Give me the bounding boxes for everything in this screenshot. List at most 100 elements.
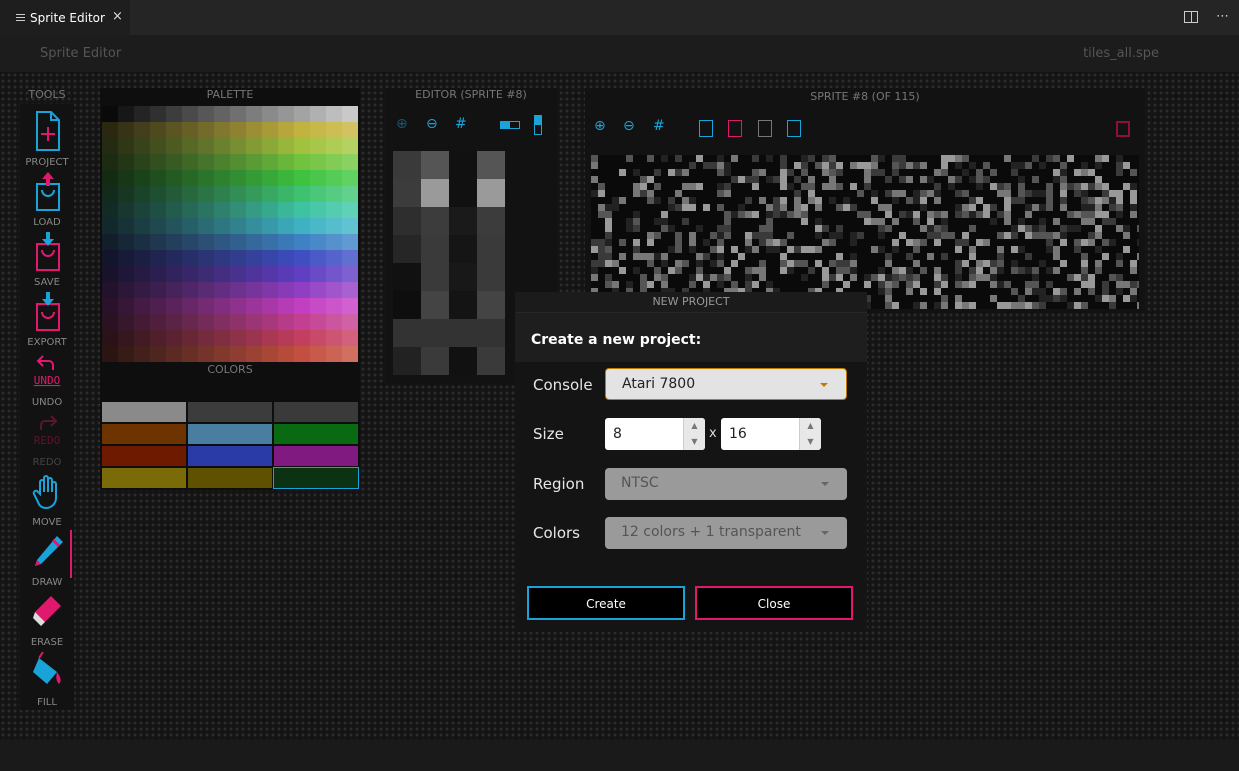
sheet-pixel <box>1011 190 1018 197</box>
color-slot[interactable] <box>102 446 186 466</box>
add-sprite-icon[interactable] <box>699 120 713 137</box>
palette-cell <box>118 314 134 330</box>
sheet-pixel <box>801 155 808 162</box>
color-slot[interactable] <box>188 424 272 444</box>
stepper-down-icon[interactable]: ▼ <box>684 434 705 450</box>
create-button[interactable]: Create <box>527 586 685 620</box>
sheet-pixel <box>969 281 976 288</box>
vertical-mode-icon[interactable] <box>534 115 542 135</box>
sheet-pixel <box>920 176 927 183</box>
sheet-pixel <box>717 169 724 176</box>
color-slot[interactable] <box>274 446 358 466</box>
sheet-pixel <box>1081 162 1088 169</box>
region-select[interactable]: NTSC <box>605 468 847 500</box>
height-input[interactable]: 16 ▲ ▼ <box>721 418 821 450</box>
zoom-out-icon[interactable]: ⊖ <box>426 116 438 132</box>
tool-redo[interactable]: REDO REDO <box>20 410 74 470</box>
stepper-up-icon[interactable]: ▲ <box>800 418 821 434</box>
palette-cell <box>182 346 198 362</box>
palette-grid[interactable] <box>102 106 358 362</box>
tool-load[interactable]: LOAD <box>20 170 74 230</box>
tool-erase[interactable]: ERASE <box>20 590 74 650</box>
sheet-pixel <box>1060 190 1067 197</box>
palette-cell <box>182 218 198 234</box>
sheet-pixel <box>661 218 668 225</box>
copy-sprite-icon[interactable] <box>728 120 742 137</box>
split-editor-icon[interactable] <box>1184 11 1198 23</box>
close-button[interactable]: Close <box>695 586 853 620</box>
sheet-pixel <box>752 232 759 239</box>
stepper-up-icon[interactable]: ▲ <box>684 418 705 434</box>
tool-undo[interactable]: UNDO UNDO <box>20 350 74 410</box>
duplicate-sprite-icon[interactable] <box>787 120 801 137</box>
sheet-pixel <box>1109 190 1116 197</box>
sheet-pixel <box>906 274 913 281</box>
sheet-pixel <box>787 232 794 239</box>
sheet-pixel <box>885 260 892 267</box>
colors-select[interactable]: 12 colors + 1 transparent <box>605 517 847 549</box>
tool-save[interactable]: SAVE <box>20 230 74 290</box>
sheet-pixel <box>1123 183 1130 190</box>
palette-cell <box>198 154 214 170</box>
tool-draw[interactable]: DRAW <box>20 530 74 590</box>
tool-export[interactable]: EXPORT <box>20 290 74 350</box>
close-icon[interactable]: × <box>112 9 123 24</box>
sprite-sheet[interactable] <box>591 155 1139 309</box>
editor-pixel <box>393 319 421 347</box>
color-slot[interactable] <box>274 424 358 444</box>
sheet-pixel <box>871 246 878 253</box>
sheet-pixel <box>647 155 654 162</box>
stepper-down-icon[interactable]: ▼ <box>800 434 821 450</box>
grid-icon[interactable]: # <box>455 116 467 132</box>
zoom-in-icon[interactable]: ⊕ <box>594 118 606 134</box>
color-slot[interactable] <box>188 446 272 466</box>
tab-sprite-editor[interactable]: Sprite Editor × <box>0 0 130 35</box>
zoom-out-icon[interactable]: ⊖ <box>623 118 635 134</box>
color-slot[interactable] <box>102 424 186 444</box>
more-icon[interactable]: ⋯ <box>1216 9 1229 24</box>
sheet-pixel <box>605 204 612 211</box>
palette-cell <box>294 282 310 298</box>
color-slot[interactable] <box>102 402 186 422</box>
sheet-pixel <box>1060 232 1067 239</box>
color-slot-selected[interactable] <box>273 467 359 489</box>
trash-icon[interactable] <box>1116 121 1130 137</box>
sheet-pixel <box>948 197 955 204</box>
sheet-pixel <box>913 260 920 267</box>
zoom-in-icon[interactable]: ⊕ <box>396 116 408 132</box>
width-stepper[interactable]: ▲ ▼ <box>683 418 705 450</box>
sheet-pixel <box>1137 225 1139 232</box>
sheet-pixel <box>941 169 948 176</box>
tool-project[interactable]: PROJECT <box>20 110 74 170</box>
sheet-pixel <box>605 281 612 288</box>
palette-cell <box>102 170 118 186</box>
sheet-pixel <box>857 211 864 218</box>
palette-cell <box>326 202 342 218</box>
sheet-pixel <box>1116 295 1123 302</box>
color-slot[interactable] <box>102 468 186 488</box>
color-slot[interactable] <box>274 402 358 422</box>
height-stepper[interactable]: ▲ ▼ <box>799 418 821 450</box>
color-slot[interactable] <box>188 468 272 488</box>
sheet-pixel <box>1060 162 1067 169</box>
console-select[interactable]: Atari 7800 <box>605 368 847 400</box>
grid-icon[interactable]: # <box>653 118 665 134</box>
sheet-pixel <box>822 267 829 274</box>
width-input[interactable]: 8 ▲ ▼ <box>605 418 705 450</box>
sheet-pixel <box>885 204 892 211</box>
sheet-pixel <box>745 239 752 246</box>
sheet-pixel <box>1018 183 1025 190</box>
palette-cell <box>262 218 278 234</box>
sheet-pixel <box>696 225 703 232</box>
tool-fill[interactable]: FILL <box>20 650 74 710</box>
color-slot[interactable] <box>188 402 272 422</box>
sheet-pixel <box>1011 288 1018 295</box>
pixel-editor-canvas[interactable] <box>393 151 505 375</box>
sheet-pixel <box>619 162 626 169</box>
tool-move[interactable]: MOVE <box>20 470 74 530</box>
sheet-pixel <box>1137 281 1139 288</box>
paste-sprite-icon[interactable] <box>758 120 772 137</box>
horizontal-mode-icon[interactable] <box>500 121 520 129</box>
sheet-pixel <box>1081 204 1088 211</box>
palette-cell <box>326 138 342 154</box>
